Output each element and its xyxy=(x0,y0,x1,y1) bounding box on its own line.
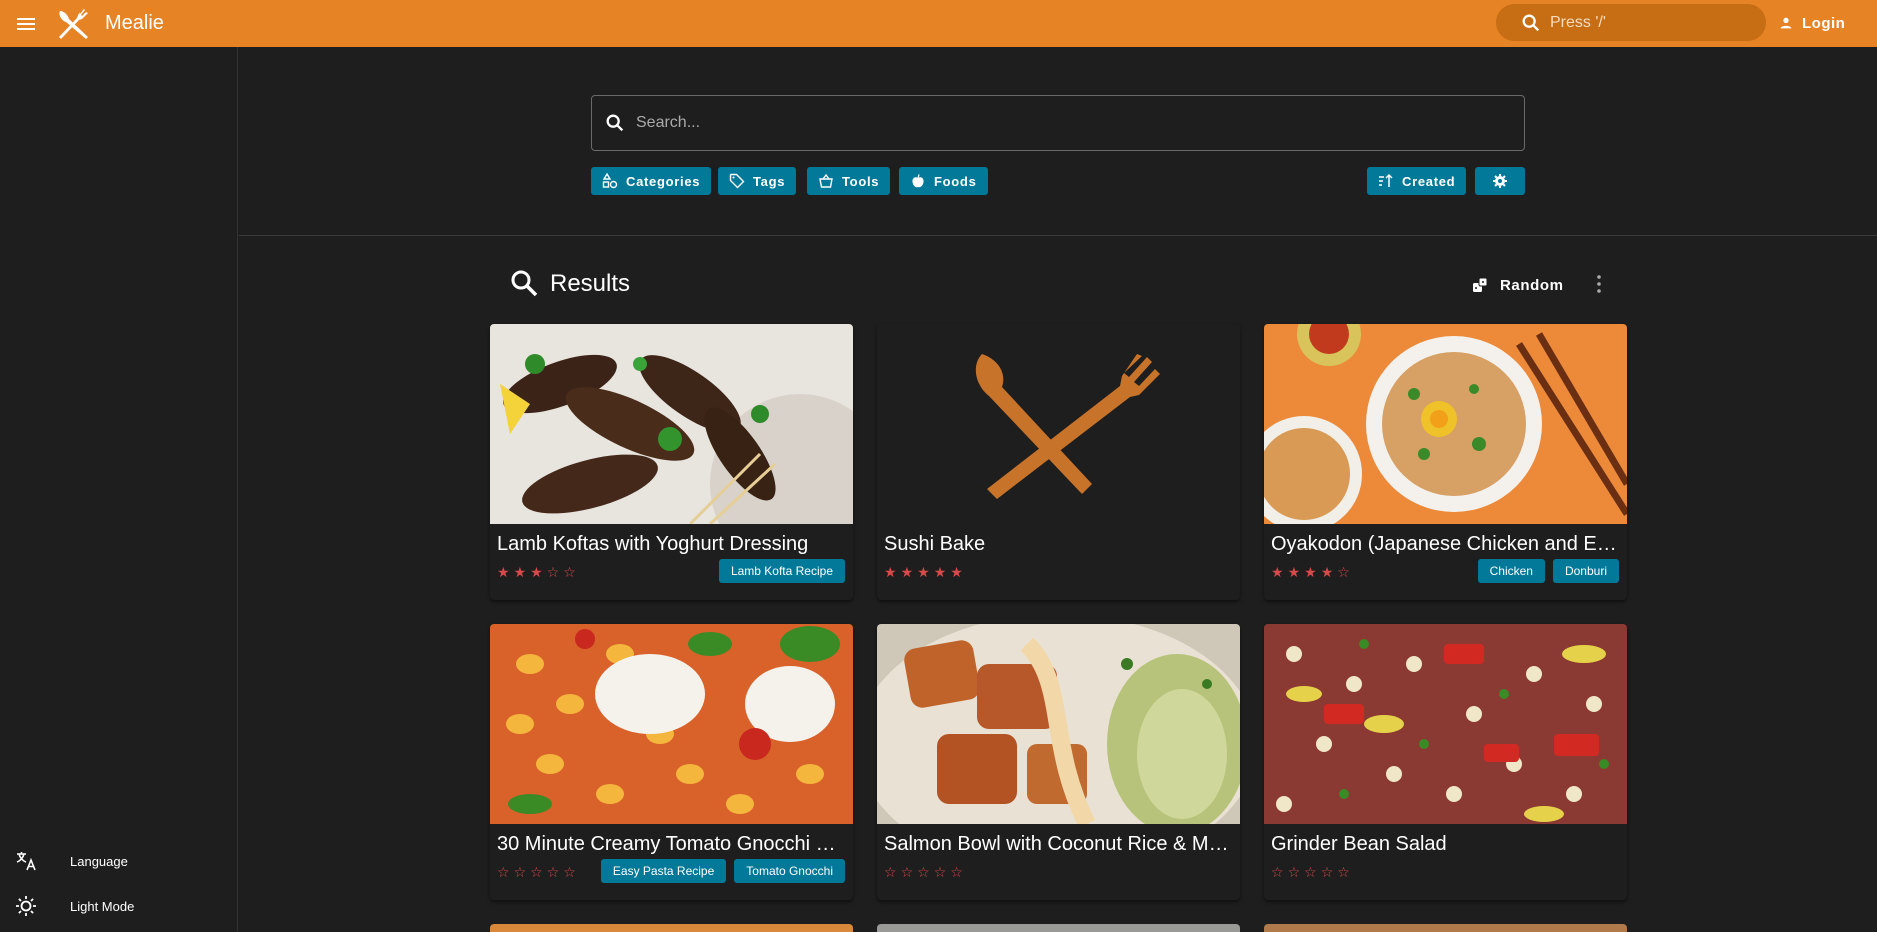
account-icon xyxy=(1780,17,1792,29)
sidebar: Language Light Mode xyxy=(0,47,238,932)
recipe-image xyxy=(1264,624,1627,824)
recipe-card[interactable]: Salmon Bowl with Coconut Rice & Mango ☆ ☆… xyxy=(877,624,1240,900)
filter-categories-button[interactable]: Categories xyxy=(591,167,712,195)
recipe-card-partial[interactable] xyxy=(877,924,1240,932)
recipe-title[interactable]: Grinder Bean Salad xyxy=(1271,833,1621,856)
header-search-input[interactable] xyxy=(1548,12,1748,33)
gear-icon xyxy=(1493,174,1507,188)
recipe-image xyxy=(877,624,1240,824)
recipe-search[interactable] xyxy=(591,95,1525,151)
filter-foods-button[interactable]: Foods xyxy=(899,167,988,195)
sort-button[interactable]: Created xyxy=(1367,167,1467,195)
login-label: Login xyxy=(1802,14,1846,32)
recipe-card-partial[interactable] xyxy=(490,924,853,932)
more-vertical-icon[interactable] xyxy=(1587,272,1611,296)
recipe-title[interactable]: Oyakodon (Japanese Chicken and Egg Rice … xyxy=(1271,533,1621,556)
category-icon xyxy=(602,173,618,189)
recipe-title[interactable]: Sushi Bake xyxy=(884,533,1234,556)
tag-icon xyxy=(729,173,745,189)
rating-stars[interactable]: ☆ ☆ ☆ ☆ ☆ xyxy=(1271,864,1350,880)
recipe-image xyxy=(490,324,853,524)
recipe-tag[interactable]: Chicken xyxy=(1477,559,1545,583)
search-settings-button[interactable] xyxy=(1475,167,1525,195)
login-button[interactable]: Login xyxy=(1778,11,1845,35)
placeholder-utensils-icon xyxy=(877,324,1240,524)
app-bar: Mealie Login xyxy=(0,0,1877,47)
translate-icon xyxy=(16,852,36,871)
recipe-title[interactable]: 30 Minute Creamy Tomato Gnocchi with Bur… xyxy=(497,833,847,856)
recipe-image xyxy=(490,624,853,824)
menu-icon[interactable] xyxy=(14,12,38,36)
sidebar-item-label: Language xyxy=(70,853,128,869)
recipe-title[interactable]: Lamb Koftas with Yoghurt Dressing xyxy=(497,533,847,556)
filter-tags-button[interactable]: Tags xyxy=(718,167,797,195)
random-label: Random xyxy=(1500,276,1564,294)
recipe-tag[interactable]: Tomato Gnocchi xyxy=(734,859,845,883)
recipe-card[interactable]: Grinder Bean Salad ☆ ☆ ☆ ☆ ☆ xyxy=(1264,624,1627,900)
sort-icon xyxy=(1379,173,1393,187)
filter-label: Tools xyxy=(842,173,880,189)
recipe-card[interactable]: Oyakodon (Japanese Chicken and Egg Rice … xyxy=(1264,324,1627,600)
sidebar-item-label: Light Mode xyxy=(70,898,135,914)
rating-stars[interactable]: ☆ ☆ ☆ ☆ ☆ xyxy=(497,864,576,880)
filter-label: Foods xyxy=(934,173,977,189)
search-icon xyxy=(511,270,538,297)
sort-label: Created xyxy=(1402,173,1456,189)
recipe-card[interactable]: Sushi Bake ★ ★ ★ ★ ★ xyxy=(877,324,1240,600)
filter-tools-button[interactable]: Tools xyxy=(807,167,891,195)
recipe-card[interactable]: Lamb Koftas with Yoghurt Dressing ★ ★ ★ ☆ ☆ … xyxy=(490,324,853,600)
results-title: Results xyxy=(550,270,631,297)
search-icon xyxy=(1522,14,1540,31)
recipe-image xyxy=(1264,324,1627,524)
recipe-title[interactable]: Salmon Bowl with Coconut Rice & Mango xyxy=(884,833,1234,856)
recipe-search-input[interactable] xyxy=(634,113,1494,133)
apple-icon xyxy=(912,174,924,188)
recipe-card[interactable]: 30 Minute Creamy Tomato Gnocchi with Bur… xyxy=(490,624,853,900)
sidebar-item-light-mode[interactable]: Light Mode xyxy=(0,886,238,926)
recipe-card-partial[interactable] xyxy=(1264,924,1627,932)
recipe-tag[interactable]: Easy Pasta Recipe xyxy=(600,859,727,883)
search-section: Categories Tags Tools Foods Created xyxy=(239,47,1877,236)
brightness-icon xyxy=(16,896,36,916)
filter-label: Categories xyxy=(626,173,701,189)
filter-label: Tags xyxy=(753,173,786,189)
pot-icon xyxy=(819,173,833,188)
dice-icon xyxy=(1473,277,1488,292)
random-button[interactable]: Random xyxy=(1472,273,1564,297)
recipe-tag[interactable]: Donburi xyxy=(1552,559,1619,583)
search-icon xyxy=(606,114,624,132)
mealie-logo-icon[interactable] xyxy=(56,7,90,41)
rating-stars[interactable]: ★ ★ ★ ★ ★ xyxy=(884,564,963,580)
rating-stars[interactable]: ★ ★ ★ ★ ☆ xyxy=(1271,564,1350,580)
brand-name[interactable]: Mealie xyxy=(105,12,164,35)
header-search[interactable] xyxy=(1496,4,1766,41)
rating-stars[interactable]: ★ ★ ★ ☆ ☆ xyxy=(497,564,576,580)
rating-stars[interactable]: ☆ ☆ ☆ ☆ ☆ xyxy=(884,864,963,880)
recipe-tag[interactable]: Lamb Kofta Recipe xyxy=(718,559,845,583)
sidebar-item-language[interactable]: Language xyxy=(0,841,238,881)
